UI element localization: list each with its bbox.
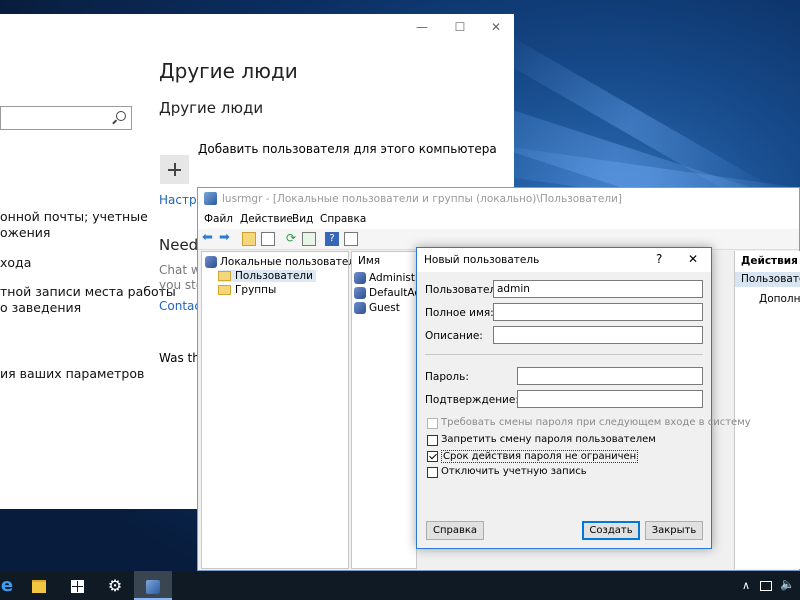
actions-pane: Действия Пользовател Дополни bbox=[734, 251, 800, 569]
divider bbox=[425, 354, 703, 355]
list-item[interactable]: DefaultAcc bbox=[354, 287, 416, 299]
nav-item-work[interactable]: тной записи места работы bbox=[0, 284, 176, 299]
nav-item-email[interactable]: онной почты; учетные bbox=[0, 209, 148, 224]
disable-account-label: Отключить учетную запись bbox=[441, 466, 587, 477]
require-change-checkbox[interactable] bbox=[427, 418, 438, 429]
nav-item-apps[interactable]: ожения bbox=[0, 225, 50, 240]
back-arrow-icon[interactable]: ⬅ bbox=[202, 231, 216, 246]
dialog-title-bar[interactable]: Новый пользователь ? ✕ bbox=[417, 248, 711, 272]
tree-item-users[interactable]: Пользователи bbox=[218, 270, 316, 282]
contact-link[interactable]: Contac bbox=[159, 299, 201, 313]
tree-item-groups-label: Группы bbox=[235, 284, 277, 296]
password-input[interactable] bbox=[517, 367, 703, 385]
column-header-name[interactable]: Имя bbox=[358, 255, 380, 267]
title-bar[interactable]: lusrmgr - [Локальные пользователи и груп… bbox=[198, 188, 799, 210]
no-expire-label: Срок действия пароля не ограничен bbox=[441, 450, 639, 463]
close-icon[interactable]: ✕ bbox=[488, 20, 504, 34]
actions-header: Действия bbox=[741, 255, 798, 267]
confirm-password-input[interactable] bbox=[517, 390, 703, 408]
computer-users-icon bbox=[205, 256, 217, 268]
maximize-icon[interactable]: ☐ bbox=[452, 20, 468, 34]
username-input[interactable] bbox=[493, 280, 703, 298]
lusrmgr-taskbar-icon[interactable] bbox=[134, 571, 172, 600]
tree-item-groups[interactable]: Группы bbox=[218, 284, 276, 296]
list-item-label: Guest bbox=[369, 302, 400, 314]
actions-more[interactable]: Дополни bbox=[759, 293, 800, 305]
tree-item-users-label: Пользователи bbox=[235, 270, 313, 282]
section-title: Другие люди bbox=[159, 99, 264, 117]
nav-item-signin[interactable]: хода bbox=[0, 255, 31, 270]
search-icon[interactable] bbox=[116, 111, 126, 121]
menu-file[interactable]: Файл bbox=[204, 213, 233, 225]
console-tree: Локальные пользователи и гру Пользовател… bbox=[201, 251, 394, 569]
settings-search-input[interactable] bbox=[0, 106, 132, 130]
chat-text-1: Chat w bbox=[159, 263, 201, 277]
close-button[interactable]: Закрыть bbox=[645, 521, 703, 540]
description-input[interactable] bbox=[493, 326, 703, 344]
user-icon bbox=[354, 287, 366, 299]
actions-selected[interactable]: Пользовател bbox=[735, 272, 800, 287]
forbid-change-checkbox[interactable] bbox=[427, 435, 438, 446]
add-icon[interactable] bbox=[160, 155, 189, 184]
close-icon[interactable]: ✕ bbox=[688, 252, 698, 266]
need-heading: Need bbox=[159, 236, 199, 254]
nav-item-school[interactable]: о заведения bbox=[0, 300, 81, 315]
help-button[interactable]: Справка bbox=[426, 521, 484, 540]
nav-item-sync[interactable]: ия ваших параметров bbox=[0, 366, 144, 381]
description-label: Описание: bbox=[425, 330, 483, 342]
folder-icon bbox=[218, 271, 231, 281]
refresh-icon[interactable]: ⟳ bbox=[284, 232, 298, 246]
list-item[interactable]: Guest bbox=[354, 302, 400, 314]
minimize-icon[interactable]: — bbox=[414, 20, 430, 34]
up-folder-icon[interactable] bbox=[242, 232, 256, 246]
confirm-label: Подтверждение: bbox=[425, 394, 519, 406]
no-expire-checkbox[interactable] bbox=[427, 451, 438, 462]
help-icon[interactable]: ? bbox=[325, 232, 339, 246]
taskbar: e ⚙ ∧ 🔈 bbox=[0, 571, 800, 600]
list-item[interactable]: Administrat bbox=[354, 272, 416, 284]
export-icon[interactable] bbox=[302, 232, 316, 246]
page-title: Другие люди bbox=[159, 59, 298, 83]
list-item-label: DefaultAcc bbox=[369, 287, 416, 299]
store-icon[interactable] bbox=[58, 571, 96, 600]
add-user-link[interactable]: Добавить пользователя для этого компьюте… bbox=[198, 142, 497, 156]
list-item-label: Administrat bbox=[369, 272, 416, 284]
user-icon bbox=[354, 272, 366, 284]
fullname-input[interactable] bbox=[493, 303, 703, 321]
volume-icon[interactable]: 🔈 bbox=[780, 577, 795, 591]
console-tree-icon[interactable] bbox=[261, 232, 275, 246]
menu-bar: Файл Действие Вид Справка bbox=[198, 210, 799, 229]
create-button[interactable]: Создать bbox=[582, 521, 640, 540]
forbid-change-label: Запретить смену пароля пользователем bbox=[441, 434, 656, 445]
menu-view[interactable]: Вид bbox=[292, 213, 313, 225]
settings-gear-icon[interactable]: ⚙ bbox=[96, 571, 134, 600]
menu-action[interactable]: Действие bbox=[240, 213, 293, 225]
dialog-title: Новый пользователь bbox=[424, 254, 540, 266]
menu-help[interactable]: Справка bbox=[320, 213, 366, 225]
users-list: Имя Administrat DefaultAcc Guest bbox=[351, 251, 417, 569]
password-label: Пароль: bbox=[425, 371, 469, 383]
network-icon[interactable] bbox=[760, 581, 772, 591]
forward-arrow-icon[interactable]: ➡ bbox=[219, 231, 233, 246]
file-explorer-icon[interactable] bbox=[20, 571, 58, 600]
user-icon bbox=[354, 302, 366, 314]
properties-icon[interactable] bbox=[344, 232, 358, 246]
disable-account-checkbox[interactable] bbox=[427, 467, 438, 478]
require-change-label: Требовать смены пароля при следующем вхо… bbox=[441, 417, 751, 428]
folder-icon bbox=[218, 285, 231, 295]
help-question-icon[interactable]: ? bbox=[656, 252, 662, 266]
new-user-dialog: Новый пользователь ? ✕ Пользователь: Пол… bbox=[416, 247, 751, 549]
window-title: lusrmgr - [Локальные пользователи и груп… bbox=[222, 193, 622, 205]
fullname-label: Полное имя: bbox=[425, 307, 494, 319]
mmc-icon bbox=[204, 192, 217, 205]
tray-chevron-icon[interactable]: ∧ bbox=[742, 579, 750, 592]
